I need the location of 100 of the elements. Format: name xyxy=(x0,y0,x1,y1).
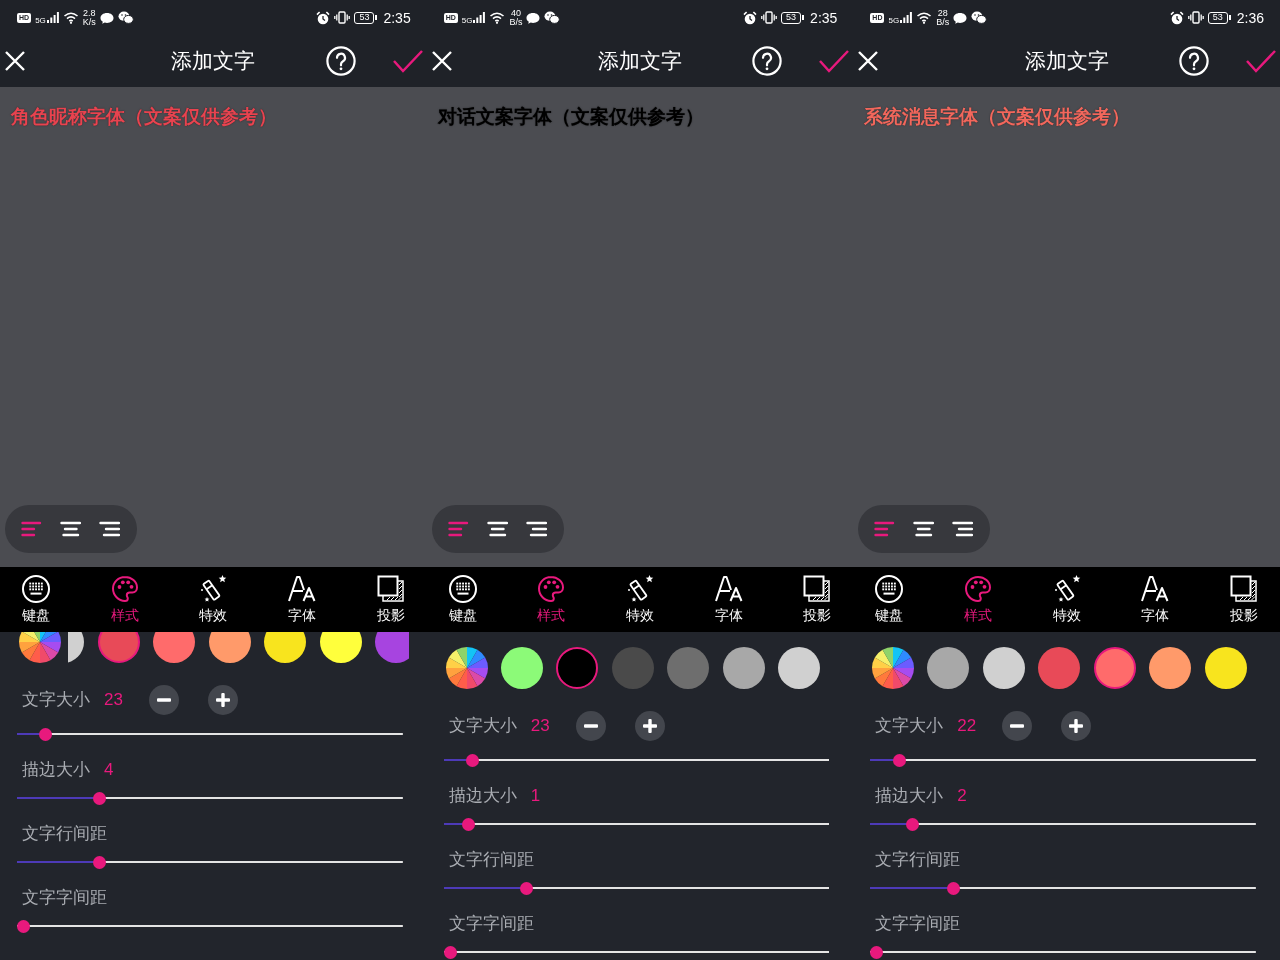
speed-unit: B/s xyxy=(509,17,523,27)
slider-thumb[interactable] xyxy=(892,753,906,767)
shadow-tab[interactable]: 投影 xyxy=(1220,567,1267,632)
setting-label: 文字行间距 xyxy=(448,849,534,871)
check-icon[interactable] xyxy=(391,48,424,74)
battery-indicator: 53 xyxy=(1207,11,1231,24)
slider-thumb[interactable] xyxy=(466,753,480,767)
decrease-button[interactable] xyxy=(575,711,606,741)
effects-tab[interactable]: 特效 xyxy=(1043,567,1090,632)
slider-thumb[interactable] xyxy=(946,881,960,895)
color-wheel-icon[interactable] xyxy=(445,647,488,689)
align-right-icon[interactable] xyxy=(952,521,974,537)
align-center-icon[interactable] xyxy=(486,521,508,537)
color-swatch[interactable] xyxy=(982,647,1025,689)
align-center-icon[interactable] xyxy=(913,521,935,537)
speed-value: 28 xyxy=(937,8,948,18)
font-tab[interactable]: 字体 xyxy=(1132,567,1179,632)
effects-tab[interactable]: 特效 xyxy=(190,567,237,632)
slider-thumb[interactable] xyxy=(870,945,884,959)
decrease-button[interactable] xyxy=(1002,711,1033,741)
color-swatch[interactable] xyxy=(722,647,765,689)
effects-tab[interactable]: 特效 xyxy=(617,567,663,632)
style-tab[interactable]: 样式 xyxy=(101,567,148,632)
color-swatch[interactable] xyxy=(611,647,654,689)
color-swatch[interactable] xyxy=(97,632,140,663)
speed-unit: K/s xyxy=(82,17,96,27)
close-icon[interactable] xyxy=(430,50,453,72)
check-icon[interactable] xyxy=(818,48,851,74)
color-swatch[interactable] xyxy=(667,647,710,689)
slider-thumb[interactable] xyxy=(520,881,534,895)
setting-label: 文字大小 xyxy=(22,689,90,711)
setting-label: 文字大小 xyxy=(448,715,517,737)
wand-icon xyxy=(625,574,655,604)
style-tab[interactable]: 样式 xyxy=(528,567,575,632)
setting-label: 文字字间距 xyxy=(875,913,961,935)
slider-thumb[interactable] xyxy=(462,817,476,831)
slider-thumb[interactable] xyxy=(906,817,920,831)
style-tab[interactable]: 样式 xyxy=(955,567,1001,632)
plus-icon xyxy=(1069,719,1084,733)
color-swatch[interactable] xyxy=(1149,647,1192,689)
keyboard-tab[interactable]: 键盘 xyxy=(13,567,59,632)
screen-title: 添加文字 xyxy=(171,48,256,74)
shadow-tab[interactable]: 投影 xyxy=(794,567,841,632)
align-left-icon[interactable] xyxy=(21,521,42,537)
slider-thumb[interactable] xyxy=(443,945,457,959)
align-left-icon[interactable] xyxy=(447,521,469,537)
sample-text: 对话文案字体（文案仅供参考） xyxy=(437,106,704,128)
setting-value: 2 xyxy=(957,785,967,807)
align-left-icon[interactable] xyxy=(874,521,896,537)
help-icon[interactable] xyxy=(752,46,783,76)
decrease-button[interactable] xyxy=(149,685,179,715)
color-swatch[interactable] xyxy=(68,632,84,663)
setting-label: 描边大小 xyxy=(448,785,517,807)
help-icon[interactable] xyxy=(1179,46,1209,76)
align-right-icon[interactable] xyxy=(525,521,547,537)
alarm-icon xyxy=(316,10,331,25)
shadow-square-icon xyxy=(1228,574,1259,604)
slider-thumb[interactable] xyxy=(39,727,53,741)
color-wheel-icon[interactable] xyxy=(19,632,61,663)
color-swatch[interactable] xyxy=(1204,647,1247,689)
color-swatch[interactable] xyxy=(927,647,970,689)
setting-label: 描边大小 xyxy=(22,759,90,781)
color-swatch[interactable] xyxy=(264,632,306,663)
help-icon[interactable] xyxy=(325,46,356,76)
setting-value: 23 xyxy=(530,715,550,737)
keyboard-tab[interactable]: 键盘 xyxy=(439,567,486,632)
increase-button[interactable] xyxy=(1061,711,1092,741)
palette-icon xyxy=(963,574,993,604)
font-tab[interactable]: 字体 xyxy=(278,567,325,632)
close-icon[interactable] xyxy=(857,50,880,72)
color-swatch[interactable] xyxy=(153,632,195,663)
close-icon[interactable] xyxy=(4,50,26,72)
shadow-square-icon xyxy=(802,574,833,604)
slider-thumb[interactable] xyxy=(93,791,107,805)
color-swatch[interactable] xyxy=(1038,647,1081,689)
screen-title: 添加文字 xyxy=(1024,48,1109,74)
align-right-icon[interactable] xyxy=(99,521,120,537)
color-swatch[interactable] xyxy=(375,632,409,663)
increase-button[interactable] xyxy=(634,711,665,741)
wifi-icon xyxy=(489,11,506,24)
color-swatch[interactable] xyxy=(208,632,251,663)
wifi-icon xyxy=(916,11,933,24)
slider-thumb[interactable] xyxy=(93,855,107,869)
plus-icon xyxy=(216,693,230,707)
font-tab[interactable]: 字体 xyxy=(705,567,752,632)
color-swatch[interactable] xyxy=(319,632,362,663)
shadow-tab[interactable]: 投影 xyxy=(367,567,414,632)
palette-icon xyxy=(536,574,567,604)
color-swatch[interactable] xyxy=(1093,647,1136,689)
slider-thumb[interactable] xyxy=(17,919,30,933)
keyboard-tab[interactable]: 键盘 xyxy=(866,567,913,632)
setting-value: 4 xyxy=(104,759,114,781)
check-icon[interactable] xyxy=(1245,48,1277,74)
align-center-icon[interactable] xyxy=(60,521,81,537)
plus-icon xyxy=(642,719,657,733)
color-swatch[interactable] xyxy=(556,647,599,689)
color-wheel-icon[interactable] xyxy=(872,647,915,689)
color-swatch[interactable] xyxy=(778,647,821,689)
color-swatch[interactable] xyxy=(500,647,543,689)
increase-button[interactable] xyxy=(208,685,238,715)
